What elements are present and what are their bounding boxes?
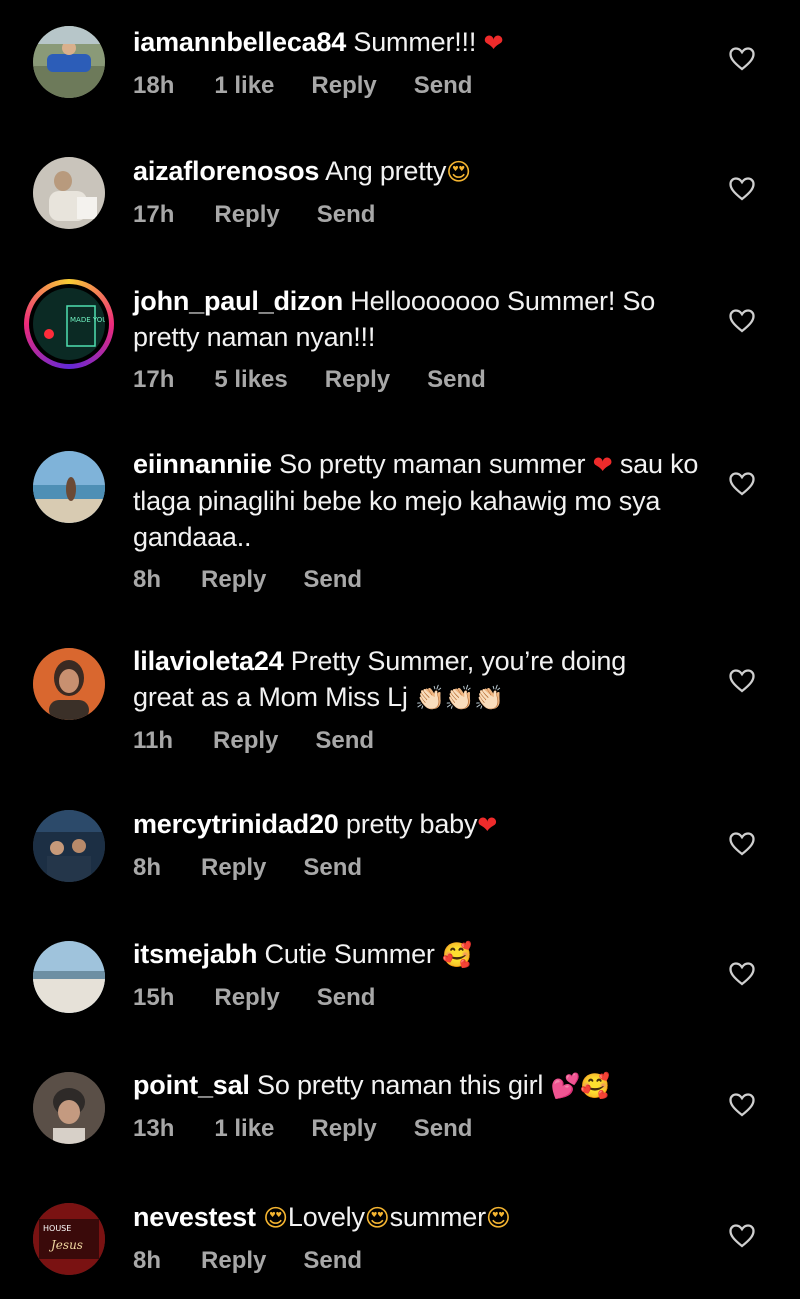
red-heart-emoji: ❤ [483,29,504,57]
comment-text-continued: summer [389,1202,487,1232]
reply-button[interactable]: Reply [201,565,266,595]
avatar[interactable] [33,157,105,229]
timestamp: 17h [133,366,175,393]
avatar[interactable] [33,451,105,523]
reply-button[interactable]: Reply [214,983,279,1013]
comment-text: pretty baby [338,809,478,839]
heart-outline-icon[interactable] [729,47,755,71]
avatar[interactable] [33,648,105,720]
avatar[interactable] [33,1072,105,1144]
heart-outline-icon[interactable] [729,1224,755,1248]
heart-eyes-emoji: 😍 [446,158,471,186]
avatar-ring-gap: MADE YOU LOOK [29,284,109,364]
reply-button[interactable]: Reply [201,853,266,883]
reply-button[interactable]: Reply [325,365,390,395]
send-button[interactable]: Send [303,853,362,883]
timestamp: 8h [133,854,162,881]
two-hearts-emoji: 💕🥰 [550,1072,610,1100]
avatar: MADE YOU LOOK [33,288,105,360]
timestamp: 17h [133,201,175,228]
heart-outline-icon[interactable] [729,1093,755,1117]
avatar-neon-text: MADE YOU LOOK [70,316,105,324]
timestamp: 13h [133,1115,175,1142]
heart-outline-icon[interactable] [729,177,755,201]
red-heart-emoji: ❤ [592,451,613,479]
heart-outline-icon[interactable] [729,309,755,333]
avatar-text-house: HOUSE [43,1224,71,1233]
heart-outline-icon[interactable] [729,962,755,986]
avatar[interactable] [33,810,105,882]
likes-count[interactable]: 5 likes [214,365,287,395]
username[interactable]: mercytrinidad20 [133,809,339,839]
reply-button[interactable]: Reply [311,71,376,101]
timestamp: 18h [133,72,175,99]
comment-text: So pretty naman this girl [249,1070,551,1100]
username[interactable]: nevestest [133,1202,256,1232]
likes-count[interactable]: 1 like [214,71,274,101]
reply-button[interactable]: Reply [201,1246,266,1276]
send-button[interactable]: Send [427,365,486,395]
heart-eyes-emoji: 😍 [263,1204,288,1232]
avatar-story-ring[interactable]: MADE YOU LOOK [24,279,114,369]
send-button[interactable]: Send [303,565,362,595]
reply-button[interactable]: Reply [214,200,279,230]
username[interactable]: point_sal [133,1070,250,1100]
red-heart-emoji: ❤ [477,811,498,839]
likes-count[interactable]: 1 like [214,1114,274,1144]
reply-button[interactable]: Reply [311,1114,376,1144]
username[interactable]: eiinnanniie [133,449,272,479]
username[interactable]: iamannbelleca84 [133,27,346,57]
username[interactable]: itsmejabh [133,939,257,969]
heart-outline-icon[interactable] [729,832,755,856]
timestamp: 15h [133,984,175,1011]
username[interactable]: lilavioleta24 [133,646,284,676]
heart-eyes-emoji: 😍 [364,1204,390,1232]
timestamp: 11h [133,727,174,754]
send-button[interactable]: Send [414,1114,473,1144]
clapping-hands-emoji: 👏🏻👏🏻👏🏻 [415,684,505,712]
smiling-face-with-hearts-emoji: 🥰 [442,941,472,969]
send-button[interactable]: Send [303,1246,362,1276]
comment-text: Summer!!! [346,27,484,57]
send-button[interactable]: Send [315,726,374,756]
avatar-text-jesus: Jesus [48,1238,83,1252]
avatar[interactable] [33,941,105,1013]
heart-eyes-emoji: 😍 [485,1204,511,1232]
reply-button[interactable]: Reply [213,726,278,756]
send-button[interactable]: Send [317,200,376,230]
comment-text: Lovely [287,1202,365,1232]
heart-outline-icon[interactable] [729,472,755,496]
comment-text: Cutie Summer [257,939,442,969]
avatar[interactable]: HOUSE Jesus [33,1203,105,1275]
timestamp: 8h [133,1247,162,1274]
send-button[interactable]: Send [317,983,376,1013]
avatar[interactable] [33,26,105,98]
send-button[interactable]: Send [414,71,473,101]
comment-text: Ang pretty [319,156,447,186]
heart-outline-icon[interactable] [729,669,755,693]
username[interactable]: aizaflorenosos [133,156,319,186]
timestamp: 8h [133,566,162,593]
comment-text: So pretty maman summer [271,449,593,479]
username[interactable]: john_paul_dizon [133,286,343,316]
